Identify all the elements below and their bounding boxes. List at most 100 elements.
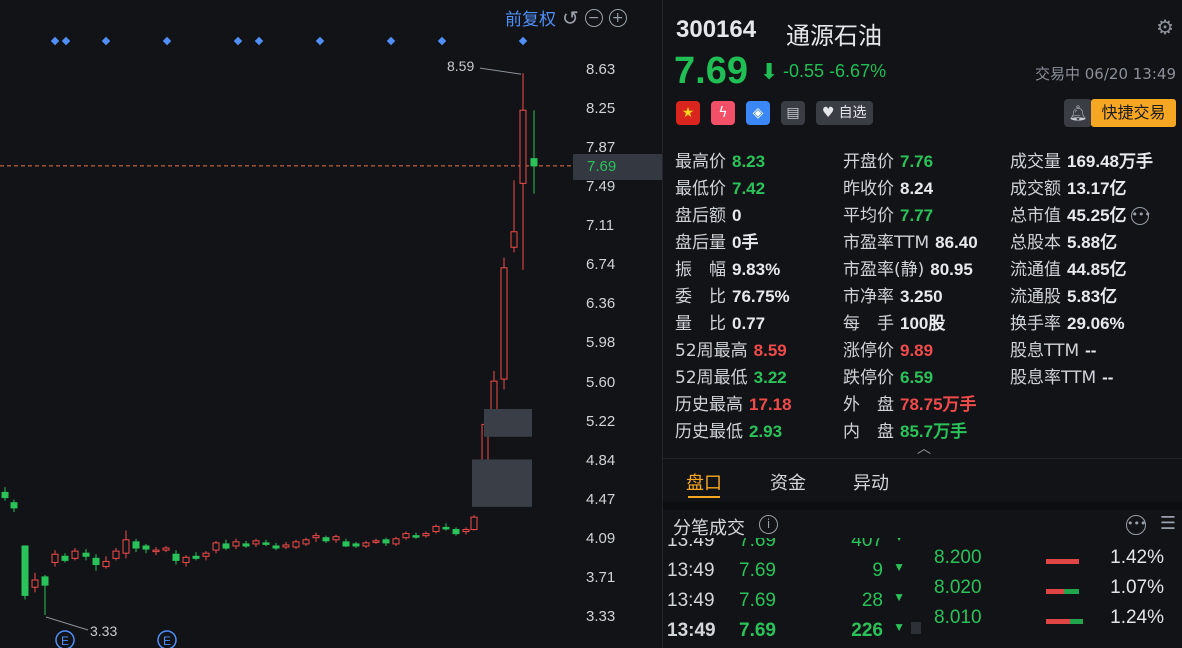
candle-body[interactable]	[41, 576, 49, 586]
event-diamond-icon[interactable]	[386, 36, 396, 46]
change-value: -0.55	[783, 61, 825, 81]
axis-tick-label: 4.47	[586, 490, 616, 508]
candle-body[interactable]	[372, 540, 380, 543]
candle-body[interactable]	[162, 547, 170, 551]
candle-body[interactable]	[272, 545, 280, 549]
candle-body[interactable]	[470, 516, 478, 530]
candle-body[interactable]	[312, 535, 320, 539]
candle-body[interactable]	[352, 543, 360, 547]
candle-body[interactable]	[61, 555, 69, 561]
event-diamond-icon[interactable]	[233, 36, 243, 46]
candle-body[interactable]	[412, 535, 420, 538]
candle-body[interactable]	[172, 553, 180, 561]
candle-body[interactable]	[82, 552, 90, 557]
scroll-handle[interactable]	[911, 622, 921, 634]
zoom-out-icon[interactable]: −	[584, 8, 603, 27]
stat-col1-0: 最高价 8.23	[675, 147, 765, 172]
candle-body[interactable]	[152, 549, 160, 553]
stat-label: 市盈率(静)	[843, 260, 925, 280]
sell-arrow-icon: ▼	[893, 590, 905, 604]
candle-body[interactable]	[442, 526, 450, 530]
candle-body[interactable]	[262, 542, 270, 545]
event-diamond-icon[interactable]	[101, 36, 111, 46]
candle-body[interactable]	[392, 538, 400, 545]
candle-body[interactable]	[122, 539, 130, 554]
event-diamond-icon[interactable]	[162, 36, 172, 46]
event-diamond-icon[interactable]	[315, 36, 325, 46]
bell-icon[interactable]: 🔔︎	[1064, 99, 1092, 127]
candle-body[interactable]	[402, 533, 410, 539]
candle-body[interactable]	[10, 502, 18, 509]
candle-body[interactable]	[500, 267, 508, 380]
candle-body[interactable]	[452, 528, 460, 535]
candlestick-chart[interactable]: 8.59 3.33 E E	[0, 0, 662, 648]
event-diamond-icon[interactable]	[254, 36, 264, 46]
candle-body[interactable]	[342, 541, 350, 547]
candle-body[interactable]	[302, 539, 310, 545]
reset-icon[interactable]: ↺	[562, 8, 579, 28]
candle-body[interactable]	[21, 545, 29, 596]
list-icon[interactable]: ☰	[1160, 513, 1176, 534]
axis-tick-label: 7.11	[586, 217, 615, 235]
candle-body[interactable]	[232, 541, 240, 547]
event-diamond-icon[interactable]	[518, 36, 528, 46]
info-icon[interactable]: i	[759, 515, 778, 534]
candle-body[interactable]	[102, 560, 110, 568]
candle-body[interactable]	[202, 552, 210, 557]
zoom-in-icon[interactable]: +	[608, 8, 627, 27]
event-diamond-icon[interactable]	[50, 36, 60, 46]
sell-arrow-icon: ▼	[893, 620, 905, 634]
candle-body[interactable]	[92, 557, 100, 566]
event-diamond-icon[interactable]	[61, 36, 71, 46]
tag-icon[interactable]: ◈	[746, 101, 770, 125]
candle-body[interactable]	[132, 541, 140, 549]
candle-body[interactable]	[510, 231, 518, 248]
tab-alerts[interactable]: 异动	[853, 469, 889, 495]
candle-body[interactable]	[51, 553, 59, 563]
candle-body[interactable]	[242, 543, 250, 547]
tick-volume: 226	[851, 620, 883, 641]
candle-body[interactable]	[530, 158, 538, 167]
tab-pankou[interactable]: 盘口	[686, 469, 722, 495]
candle-body[interactable]	[1, 491, 9, 499]
more-icon[interactable]: •••	[1126, 515, 1146, 535]
candle-body[interactable]	[432, 525, 440, 533]
candle-body[interactable]	[519, 109, 527, 184]
candle-body[interactable]	[292, 541, 300, 548]
stat-value: --	[1102, 368, 1114, 387]
candle-body[interactable]	[462, 528, 470, 533]
kline-chart[interactable]: 8.59 3.33 E E 前复权 ↺ − + 8.63 8.25 7.87 7.49 7.1…	[0, 0, 662, 648]
candle-body[interactable]	[332, 536, 340, 541]
candle-body[interactable]	[252, 540, 260, 545]
china-flag-icon[interactable]: ★	[676, 101, 700, 125]
candle-body[interactable]	[142, 545, 150, 550]
candle-body[interactable]	[212, 542, 220, 551]
candle-body[interactable]	[112, 550, 120, 559]
candle-body[interactable]	[382, 539, 390, 544]
more-icon[interactable]: •••	[1130, 207, 1151, 225]
tab-funds[interactable]: 资金	[770, 469, 806, 495]
candle-body[interactable]	[192, 555, 200, 559]
quick-trade-button[interactable]: 快捷交易	[1091, 99, 1176, 127]
stat-label: 股息TTM	[1010, 341, 1080, 361]
adjust-mode-button[interactable]: 前复权	[505, 5, 556, 30]
watchlist-label: 自选	[838, 105, 867, 121]
collapse-caret-icon[interactable]: ︿	[917, 438, 931, 458]
candle-body[interactable]	[362, 542, 370, 547]
candle-body[interactable]	[71, 550, 79, 559]
settings-icon[interactable]: ⚙	[1156, 15, 1174, 39]
candle-body[interactable]	[182, 556, 190, 563]
stat-value: 3.250	[900, 287, 943, 306]
axis-tick-label: 8.63	[586, 61, 616, 78]
flash-icon[interactable]: ϟ	[711, 101, 735, 125]
candle-body[interactable]	[322, 537, 330, 542]
add-watchlist-button[interactable]: ♥ 自选	[816, 101, 873, 125]
depth-row: 8.010 1.24%	[918, 607, 1182, 637]
candle-body[interactable]	[422, 533, 430, 537]
document-icon[interactable]: ▤	[781, 101, 805, 125]
candle-body[interactable]	[282, 544, 290, 548]
candle-body[interactable]	[31, 579, 39, 588]
tick-list[interactable]: 13:497.69407▼13:497.699▼13:497.6928▼13:4…	[663, 538, 913, 648]
event-diamond-icon[interactable]	[437, 36, 447, 46]
candle-body[interactable]	[222, 543, 230, 549]
